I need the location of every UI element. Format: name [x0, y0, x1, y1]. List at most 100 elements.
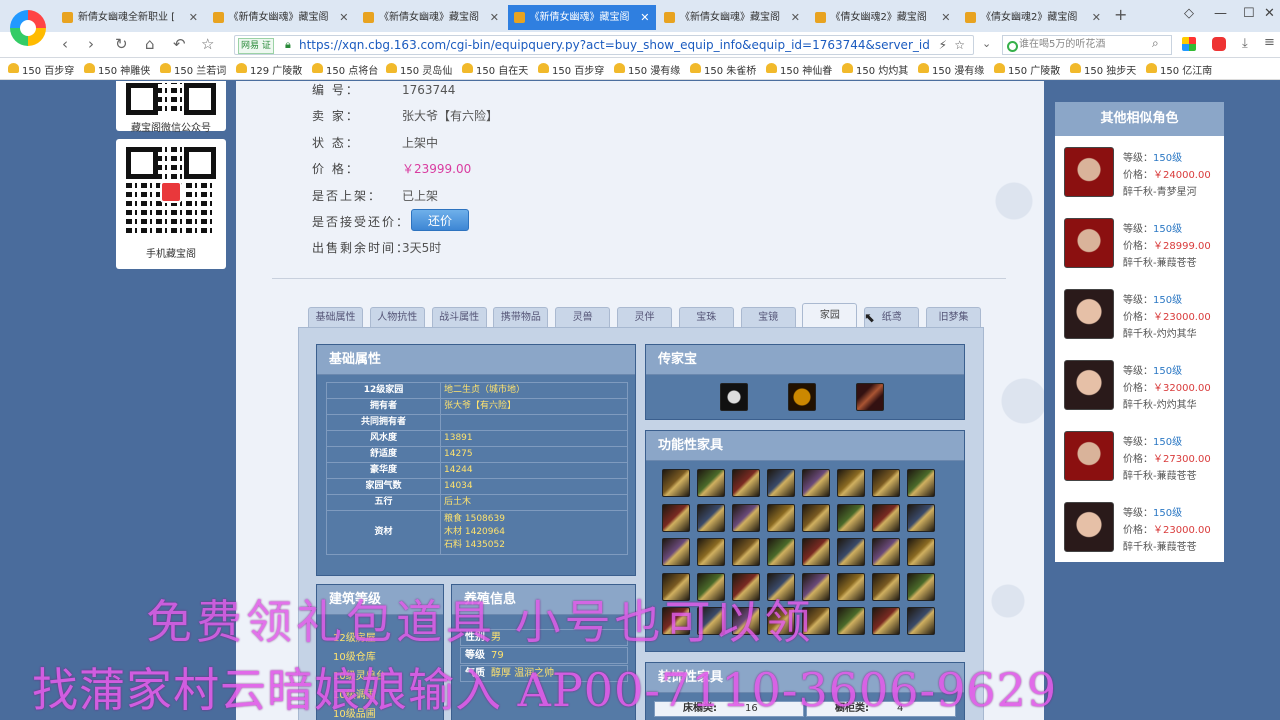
role-avatar-icon[interactable]	[1064, 218, 1114, 268]
bookmark-star-icon[interactable]: ☆	[954, 36, 965, 54]
undo-icon[interactable]: ↶	[173, 35, 186, 53]
game-icon[interactable]	[1212, 37, 1226, 51]
url-text[interactable]: https://xqn.cbg.163.com/cgi-bin/equipque…	[299, 36, 939, 54]
bookmark-item[interactable]: 129 广陵散	[236, 62, 302, 77]
furniture-item-icon[interactable]	[767, 469, 795, 497]
lightning-icon[interactable]: ⚡︎	[939, 36, 947, 54]
detail-tab[interactable]: 旧梦集	[926, 307, 981, 327]
browser-logo[interactable]	[10, 10, 46, 46]
furniture-item-icon[interactable]	[837, 469, 865, 497]
heirloom-urn-icon[interactable]	[788, 383, 816, 411]
furniture-item-icon[interactable]	[907, 538, 935, 566]
tab-close-icon[interactable]: ✕	[1092, 5, 1101, 30]
forward-icon[interactable]: ›	[88, 35, 94, 53]
furniture-item-icon[interactable]	[767, 503, 795, 532]
detail-tab[interactable]: 灵兽	[555, 307, 611, 327]
browser-tab[interactable]: 新倩女幽魂全新职业 [✕	[56, 5, 204, 30]
tab-close-icon[interactable]: ✕	[490, 5, 499, 30]
detail-tab[interactable]: 基础属性	[308, 307, 363, 327]
bookmark-item[interactable]: 150 点将台	[312, 62, 378, 77]
furniture-item-icon[interactable]	[907, 572, 935, 601]
furniture-item-icon[interactable]	[837, 607, 865, 635]
tab-close-icon[interactable]: ✕	[791, 5, 800, 30]
bookmark-item[interactable]: 150 百步穿	[538, 62, 604, 77]
bookmark-item[interactable]: 150 灼灼其	[842, 62, 908, 77]
furniture-item-icon[interactable]	[802, 503, 830, 532]
furniture-item-icon[interactable]	[872, 469, 900, 497]
bookmark-item[interactable]: 150 漫有缘	[614, 62, 680, 77]
furniture-item-icon[interactable]	[662, 503, 690, 532]
bookmark-item[interactable]: 150 朱雀桥	[690, 62, 756, 77]
furniture-item-icon[interactable]	[697, 469, 725, 497]
detail-tab[interactable]: 家园	[802, 303, 858, 327]
similar-role-item[interactable]: 等级：150级 价格：￥27300.00 醉千秋-蒹葭苍苍	[1055, 431, 1224, 499]
furniture-item-icon[interactable]	[907, 607, 935, 635]
similar-role-item[interactable]: 等级：150级 价格：￥28999.00 醉千秋-蒹葭苍苍	[1055, 218, 1224, 286]
bookmark-item[interactable]: 150 神雕侠	[84, 62, 150, 77]
browser-tab[interactable]: 《新倩女幽魂》藏宝阁 ✕	[658, 5, 806, 30]
furniture-item-icon[interactable]	[872, 572, 900, 601]
tab-close-icon[interactable]: ✕	[189, 5, 198, 30]
furniture-item-icon[interactable]	[907, 469, 935, 497]
tab-close-icon[interactable]: ✕	[339, 5, 348, 30]
detail-tab[interactable]: 宝镜	[740, 307, 796, 327]
bookmark-item[interactable]: 150 独步天	[1070, 62, 1136, 77]
bookmark-item[interactable]: 150 自在天	[462, 62, 528, 77]
furniture-item-icon[interactable]	[872, 503, 900, 532]
tab-close-icon[interactable]: ✕	[640, 5, 649, 30]
furniture-item-icon[interactable]	[837, 572, 865, 601]
heirloom-lamp-icon[interactable]	[720, 383, 748, 411]
browser-tab[interactable]: 《倩女幽魂2》藏宝阁 ✕	[809, 5, 957, 30]
menu-icon[interactable]: ≡	[1264, 35, 1275, 50]
bookmark-item[interactable]: 150 漫有缘	[918, 62, 984, 77]
furniture-item-icon[interactable]	[732, 503, 760, 532]
similar-role-item[interactable]: 等级：150级 价格：￥24000.00 醉千秋-青梦星河	[1055, 147, 1224, 215]
furniture-item-icon[interactable]	[907, 503, 935, 532]
furniture-item-icon[interactable]	[732, 538, 760, 566]
detail-tab[interactable]: 战斗属性	[431, 307, 487, 327]
search-input[interactable]: 谁在喝5万的听花酒	[1002, 35, 1172, 55]
new-tab-icon[interactable]: +	[1114, 5, 1127, 24]
similar-role-item[interactable]: 等级：150级 价格：￥32000.00 醉千秋-灼灼其华	[1055, 360, 1224, 428]
bookmark-item[interactable]: 150 神仙眷	[766, 62, 832, 77]
apps-icon[interactable]	[1182, 37, 1196, 51]
detail-tab[interactable]: 携带物品	[493, 307, 549, 327]
furniture-item-icon[interactable]	[662, 469, 690, 497]
maximize-icon[interactable]: ☐	[1243, 6, 1255, 21]
furniture-item-icon[interactable]	[802, 469, 830, 497]
url-input[interactable]: 网易 证 🔒︎ https://xqn.cbg.163.com/cgi-bin/…	[234, 35, 974, 55]
browser-tab[interactable]: 《新倩女幽魂》藏宝阁 ✕	[207, 5, 355, 30]
furniture-item-icon[interactable]	[662, 538, 690, 566]
tab-close-icon[interactable]: ✕	[941, 5, 950, 30]
bookmark-item[interactable]: 150 灵岛仙	[386, 62, 452, 77]
bookmark-item[interactable]: 150 广陵散	[994, 62, 1060, 77]
home-icon[interactable]: ⌂	[145, 35, 155, 53]
bookmark-item[interactable]: 150 兰若词	[160, 62, 226, 77]
similar-role-item[interactable]: 等级：150级 价格：￥23000.00 醉千秋-灼灼其华	[1055, 289, 1224, 357]
furniture-item-icon[interactable]	[697, 503, 725, 532]
bargain-button[interactable]: 还价	[411, 209, 469, 231]
furniture-item-icon[interactable]	[872, 538, 900, 566]
detail-tab[interactable]: 灵伴	[617, 307, 672, 327]
furniture-item-icon[interactable]	[872, 607, 900, 635]
minimize-icon[interactable]: —	[1214, 6, 1227, 21]
skin-icon[interactable]: ◇	[1184, 6, 1194, 21]
role-avatar-icon[interactable]	[1064, 431, 1114, 481]
dropdown-icon[interactable]: ⌄	[982, 37, 991, 50]
refresh-icon[interactable]: ↻	[115, 35, 128, 53]
bookmark-item[interactable]: 150 亿江南	[1146, 62, 1212, 77]
role-avatar-icon[interactable]	[1064, 502, 1114, 552]
detail-tab[interactable]: 人物抗性	[369, 307, 425, 327]
furniture-item-icon[interactable]	[837, 538, 865, 566]
browser-tab[interactable]: 《新倩女幽魂》藏宝阁 ✕	[357, 5, 505, 30]
role-avatar-icon[interactable]	[1064, 360, 1114, 410]
bookmark-item[interactable]: 150 百步穿	[8, 62, 74, 77]
download-icon[interactable]: ⤓	[1242, 36, 1248, 51]
heirloom-bed-icon[interactable]	[856, 383, 884, 411]
similar-role-item[interactable]: 等级：150级 价格：￥23000.00 醉千秋-蒹葭苍苍	[1055, 502, 1224, 570]
detail-tab[interactable]: 宝珠	[678, 307, 734, 327]
role-avatar-icon[interactable]	[1064, 289, 1114, 339]
star-icon[interactable]: ☆	[201, 35, 214, 53]
back-icon[interactable]: ‹	[62, 35, 68, 53]
furniture-item-icon[interactable]	[697, 538, 725, 566]
